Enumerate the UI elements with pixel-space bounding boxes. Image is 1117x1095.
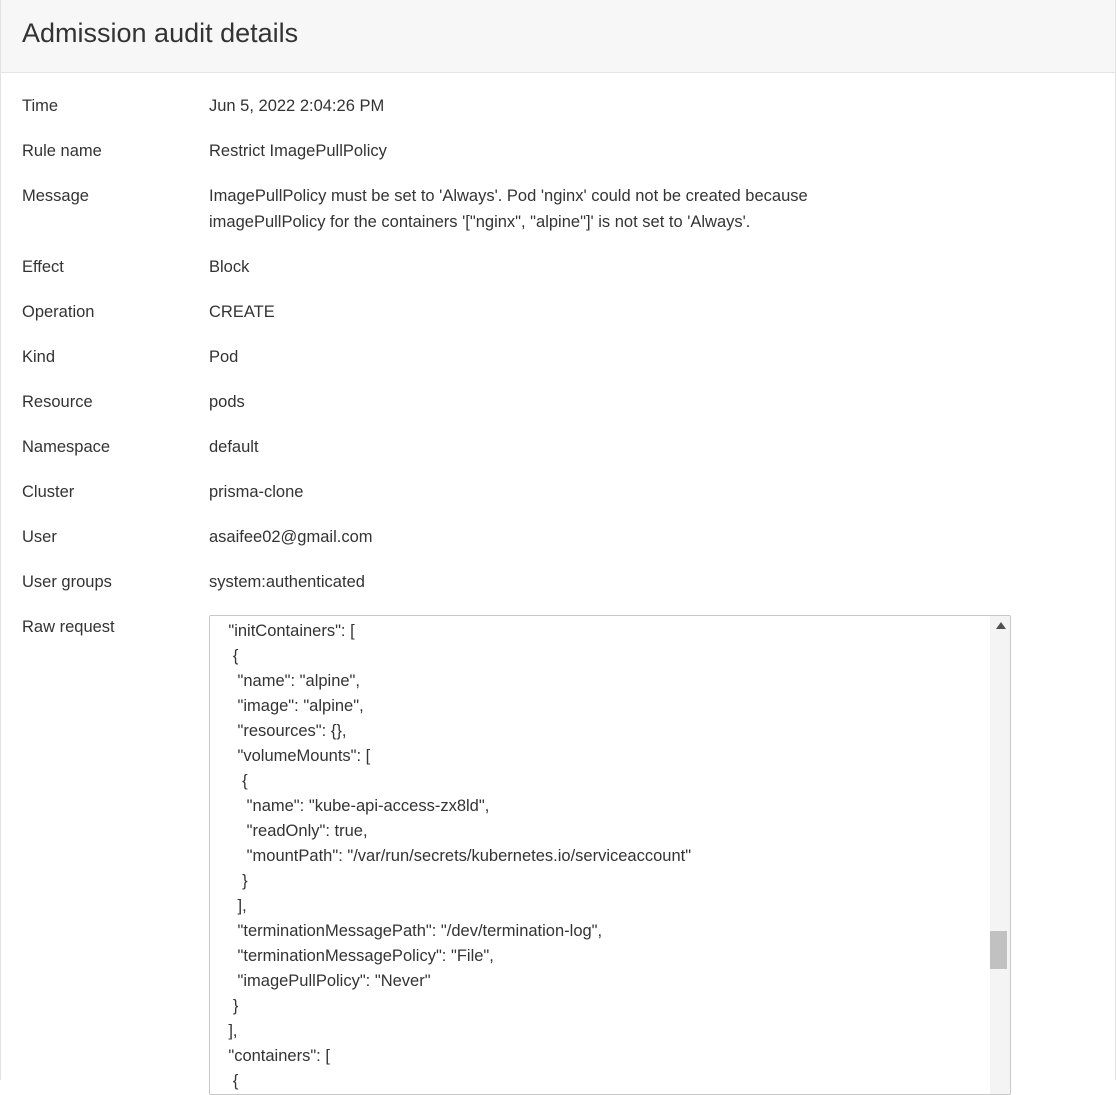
raw-request-line: ], [210, 897, 247, 915]
detail-value: Block [209, 258, 250, 276]
detail-value: ImagePullPolicy must be set to 'Always'.… [209, 187, 808, 231]
detail-value: asaifee02@gmail.com [209, 528, 373, 546]
raw-request-line: } [210, 997, 239, 1015]
raw-request-line: { [210, 647, 239, 665]
detail-label: Kind [22, 348, 56, 366]
raw-request-line: "mountPath": "/var/run/secrets/kubernete… [210, 847, 692, 865]
detail-value: Pod [209, 348, 239, 366]
raw-request-line: "name": "alpine", [210, 672, 361, 690]
admission-audit-panel: Admission audit details Time Jun 5, 2022… [0, 0, 1116, 1095]
raw-request-line: "image": "alpine", [210, 697, 364, 715]
detail-label: Namespace [22, 438, 111, 456]
raw-request-line: "terminationMessagePath": "/dev/terminat… [210, 922, 603, 940]
raw-request-scrollbar[interactable] [990, 616, 1010, 1094]
detail-label: Raw request [22, 618, 115, 636]
detail-value: CREATE [209, 303, 275, 321]
detail-value: system:authenticated [209, 573, 365, 591]
raw-request-line: { [210, 1072, 239, 1090]
raw-request-textarea[interactable]: "initContainers": [ { "name": "alpine", … [209, 615, 1011, 1095]
panel-header: Admission audit details [1, 0, 1115, 73]
detail-value: Restrict ImagePullPolicy [209, 142, 387, 160]
raw-request-line: "imagePullPolicy": "Never" [210, 972, 431, 990]
scrollbar-thumb[interactable] [990, 931, 1007, 969]
raw-request-line: "containers": [ [210, 1047, 330, 1065]
detail-value: Jun 5, 2022 2:04:26 PM [209, 97, 385, 115]
raw-request-line: "resources": {}, [210, 722, 347, 740]
detail-value: pods [209, 393, 245, 411]
raw-request-line: "volumeMounts": [ [210, 747, 371, 765]
detail-label: Cluster [22, 483, 75, 501]
raw-request-line: "terminationMessagePolicy": "File", [210, 947, 494, 965]
raw-request-line: { [210, 772, 248, 790]
detail-label: Rule name [22, 142, 102, 160]
raw-request-line: "initContainers": [ [210, 622, 355, 640]
detail-label: Resource [22, 393, 93, 411]
detail-label: Effect [22, 258, 64, 276]
raw-request-line: } [210, 872, 248, 890]
scroll-up-arrow-icon[interactable] [996, 622, 1006, 629]
detail-value: prisma-clone [209, 483, 304, 501]
raw-request-line: "name": "kube-api-access-zx8ld", [210, 797, 490, 815]
raw-request-line: "readOnly": true, [210, 822, 368, 840]
raw-request-line: ], [210, 1022, 238, 1040]
raw-request-content: "initContainers": [ { "name": "alpine", … [210, 619, 988, 1094]
detail-label: Message [22, 187, 89, 205]
detail-label: User [22, 528, 57, 546]
page-title: Admission audit details [22, 18, 299, 48]
detail-label: User groups [22, 573, 112, 591]
detail-label: Time [22, 97, 59, 115]
detail-value: default [209, 438, 259, 456]
detail-label: Operation [22, 303, 95, 321]
